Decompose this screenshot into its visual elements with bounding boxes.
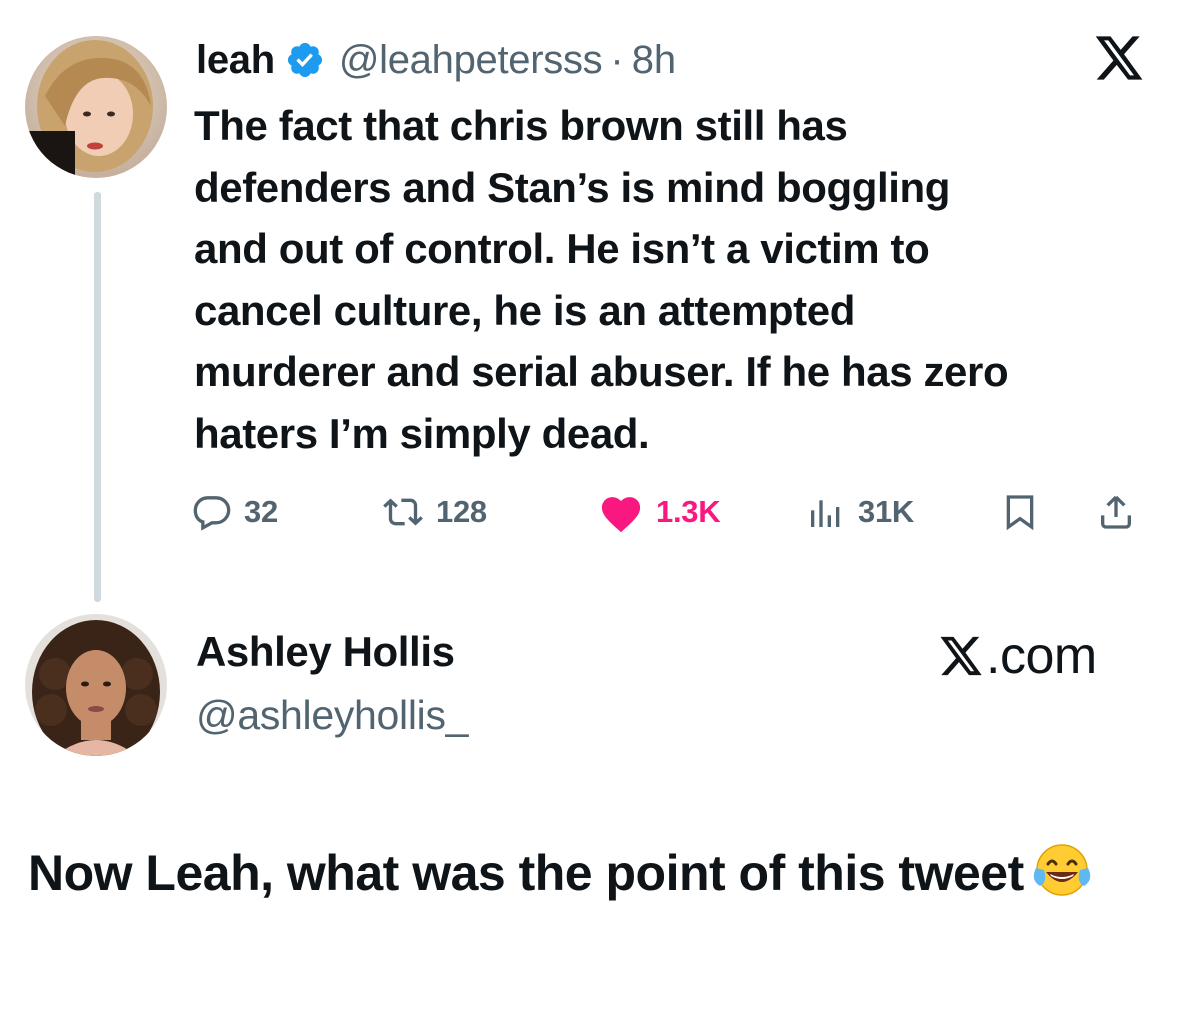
share-icon bbox=[1101, 495, 1131, 529]
bookmark-icon bbox=[1006, 495, 1034, 531]
separator-dot: · bbox=[610, 37, 624, 82]
avatar[interactable] bbox=[25, 36, 167, 178]
site-text: .com bbox=[986, 627, 1097, 685]
views-count: 31K bbox=[858, 494, 914, 529]
tweet-action-bar: 32 128 1.3K 31K bbox=[192, 488, 1152, 536]
reply-count: 32 bbox=[244, 494, 278, 529]
display-name[interactable]: leah bbox=[196, 38, 275, 83]
timestamp[interactable]: 8h bbox=[632, 38, 677, 83]
views-button[interactable]: 31K bbox=[806, 488, 914, 536]
thread-line bbox=[94, 192, 101, 602]
views-chart-icon bbox=[811, 500, 840, 527]
caption-text: Now Leah, what was the point of this twe… bbox=[28, 845, 1024, 901]
like-count: 1.3K bbox=[656, 494, 721, 529]
tweet-header: leah @leahpetersss · 8h bbox=[196, 34, 676, 86]
footer-handle[interactable]: @ashleyhollis_ bbox=[196, 692, 468, 739]
avatar[interactable] bbox=[25, 614, 167, 756]
verified-badge-icon bbox=[287, 42, 322, 78]
retweet-button[interactable]: 128 bbox=[382, 488, 487, 536]
x-com-watermark: .com bbox=[938, 627, 1097, 685]
tweet-text: The fact that chris brown still has defe… bbox=[194, 102, 1009, 457]
retweet-icon bbox=[383, 498, 423, 526]
bookmark-button[interactable] bbox=[1000, 488, 1052, 536]
footer-display-name[interactable]: Ashley Hollis bbox=[196, 628, 455, 676]
handle[interactable]: @leahpetersss bbox=[339, 38, 603, 83]
caption: Now Leah, what was the point of this twe… bbox=[28, 838, 1128, 908]
share-button[interactable] bbox=[1096, 488, 1148, 536]
like-button[interactable]: 1.3K bbox=[598, 488, 721, 536]
x-logo-icon bbox=[1095, 36, 1143, 80]
reply-button[interactable]: 32 bbox=[192, 488, 278, 536]
retweet-count: 128 bbox=[436, 494, 487, 529]
face-with-tears-of-joy-icon bbox=[1033, 844, 1090, 896]
reply-icon bbox=[193, 496, 231, 531]
heart-icon bbox=[601, 497, 641, 533]
x-logo-icon bbox=[940, 636, 982, 676]
